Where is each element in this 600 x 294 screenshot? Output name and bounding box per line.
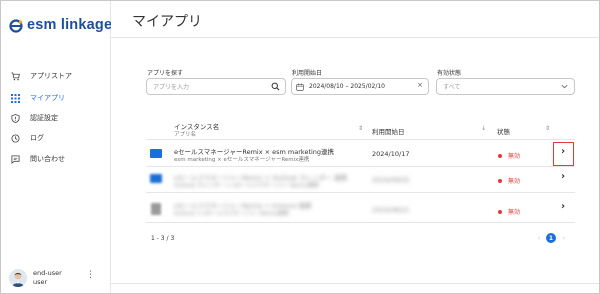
- user-names: end-user user: [33, 269, 62, 287]
- sidebar-item-my-apps[interactable]: マイアプリ: [11, 89, 65, 107]
- chevron-right-icon[interactable]: ›: [561, 201, 565, 212]
- row-app-name: kintone × eセールスマネージャーRemix連携: [174, 211, 289, 217]
- column-header-status[interactable]: 状態: [497, 126, 510, 136]
- sidebar: esm linkage アプリストア マイアプリ 認証設定 ログ 問い合わせ e…: [1, 1, 112, 293]
- cart-icon: [11, 71, 20, 81]
- search-label: アプリを探す: [147, 70, 184, 77]
- divider: [146, 166, 575, 167]
- grid-icon: [11, 93, 20, 103]
- search-icon[interactable]: [271, 82, 280, 93]
- chevron-right-icon[interactable]: ›: [561, 171, 565, 182]
- status-text: 無効: [508, 178, 521, 185]
- chevron-right-icon[interactable]: ›: [561, 146, 565, 157]
- user-role: user: [33, 278, 48, 286]
- sort-icon[interactable]: ⇕: [358, 125, 363, 132]
- row-app-name: esm marketing × eセールスマネージャーRemix連携: [174, 157, 310, 163]
- status-badge: 無効: [498, 151, 520, 160]
- divider: [146, 192, 575, 193]
- divider: [111, 283, 599, 284]
- prev-page-icon[interactable]: ‹: [534, 233, 544, 243]
- logo-icon: [9, 18, 23, 33]
- sidebar-item-contact[interactable]: 問い合わせ: [11, 150, 65, 168]
- row-start-date: 2024/09/05: [372, 176, 410, 184]
- date-range-value: 2024/08/10 – 2025/02/10: [309, 83, 385, 90]
- column-header-app: アプリ名: [174, 132, 197, 138]
- clear-icon[interactable]: ×: [417, 81, 423, 89]
- chevron-down-icon: [561, 83, 568, 92]
- next-page-icon[interactable]: ›: [559, 233, 569, 243]
- search-placeholder: アプリを入力: [153, 84, 190, 91]
- date-range-field[interactable]: 2024/08/10 – 2025/02/10 ×: [291, 78, 429, 95]
- page-number-button[interactable]: 1: [546, 233, 556, 243]
- column-header-start-date[interactable]: 利用開始日: [372, 126, 405, 136]
- date-label: 利用開始日: [292, 70, 323, 77]
- status-text: 無効: [508, 209, 521, 216]
- sidebar-item-label: アプリストア: [30, 72, 72, 80]
- logo-text: esm linkage: [27, 17, 113, 33]
- result-count: 1 - 3 / 3: [151, 235, 175, 242]
- chat-icon: [11, 154, 20, 164]
- user-name: end-user: [33, 269, 62, 277]
- history-icon: [11, 133, 20, 143]
- status-dot: [498, 178, 502, 183]
- status-text: 無効: [508, 153, 521, 160]
- divider: [146, 222, 575, 223]
- sort-icon[interactable]: ⇕: [545, 125, 550, 132]
- status-badge: 無効: [498, 176, 520, 185]
- sidebar-item-auth-settings[interactable]: 認証設定: [11, 109, 58, 127]
- status-filter-label: 有効状態: [437, 70, 462, 77]
- status-badge: 無効: [498, 207, 520, 216]
- logo[interactable]: esm linkage: [9, 17, 112, 33]
- status-dot: [498, 153, 502, 158]
- user-profile[interactable]: end-user user ⋮: [9, 269, 105, 287]
- sort-desc-icon[interactable]: ↓: [481, 125, 486, 132]
- app-thumbnail: [151, 203, 161, 215]
- sidebar-item-label: ログ: [30, 134, 44, 142]
- app-thumbnail: [150, 174, 162, 183]
- row-app-name: Outlook カレンダー × eセールスマネージャーRemix連携: [174, 183, 319, 189]
- more-options-icon[interactable]: ⋮: [86, 271, 95, 280]
- search-input[interactable]: アプリを入力: [146, 78, 286, 95]
- sidebar-item-app-store[interactable]: アプリストア: [11, 67, 72, 85]
- sidebar-item-label: 認証設定: [30, 114, 58, 122]
- status-dot: [498, 209, 502, 214]
- shield-icon: [11, 113, 20, 123]
- status-select[interactable]: すべて: [436, 78, 575, 95]
- row-start-date: 2024/10/17: [372, 150, 410, 158]
- sidebar-item-label: マイアプリ: [30, 94, 65, 102]
- divider: [146, 139, 575, 140]
- app-thumbnail: [150, 149, 162, 158]
- row-start-date: 2024/08/21: [372, 206, 410, 214]
- page-header: マイアプリ: [111, 1, 599, 38]
- calendar-icon: [296, 82, 304, 91]
- page-title: マイアプリ: [132, 14, 202, 30]
- sidebar-item-label: 問い合わせ: [30, 155, 65, 163]
- avatar: [9, 269, 27, 287]
- sidebar-item-logs[interactable]: ログ: [11, 129, 44, 147]
- status-select-value: すべて: [443, 84, 461, 91]
